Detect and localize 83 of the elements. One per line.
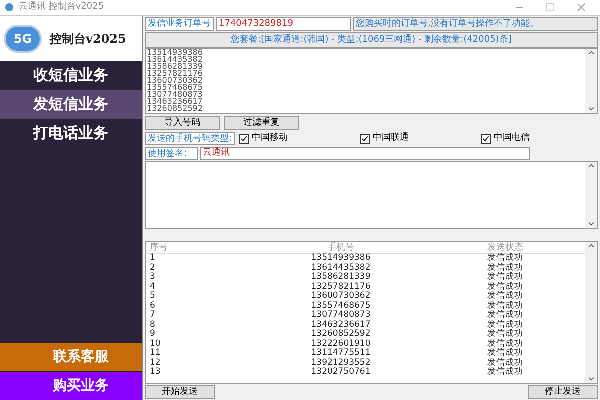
table-cell-text: 13463236617	[310, 320, 372, 330]
action-button[interactable]: 开始发送	[145, 385, 215, 399]
number-tool-button[interactable]: 过滤重复	[224, 116, 299, 130]
scrollbar[interactable]	[585, 49, 597, 113]
checkbox-label: 中国联通	[373, 132, 410, 145]
table-cell-text: 3	[149, 273, 156, 282]
table-cell-text: 13077480873	[310, 311, 372, 320]
scroll-down-icon[interactable]	[588, 222, 594, 226]
order-hint: 您购买时的订单号,没有订单号操作不了功能。	[353, 17, 598, 31]
table-cell-text: 13257821176	[310, 282, 372, 292]
table-cell-text: 4	[149, 282, 156, 292]
order-input[interactable]: 1740473289819	[216, 17, 351, 31]
scrollbar[interactable]	[585, 242, 597, 383]
table-cell-text: 发信成功	[486, 358, 524, 368]
checkbox[interactable]	[360, 134, 370, 144]
order-label: 发信业务订单号	[145, 17, 214, 31]
checkbox-label: 中国电信	[494, 132, 530, 145]
logo-badge: 5G	[4, 24, 42, 52]
scroll-up-icon[interactable]	[588, 244, 594, 248]
table-cell-text: 发信成功	[486, 330, 524, 339]
table-cell-text: 12	[149, 358, 162, 368]
scroll-down-icon[interactable]	[588, 377, 594, 381]
table-cell-text: 发信成功	[486, 282, 524, 292]
table-cell-text: 发信成功	[486, 273, 524, 282]
carrier-label: 发送的手机号码类型:	[145, 132, 236, 145]
message-textarea[interactable]	[145, 161, 598, 229]
table-cell-text: 发信成功	[486, 264, 524, 272]
table-cell-text: 13921293552	[310, 358, 372, 368]
logo-title: 控制台v2025	[50, 30, 126, 48]
table-cell-text: 发信成功	[486, 368, 524, 378]
package-info: 您套餐:[国家通道:(韩国) - 类型:(1069三网通) - 剩余数量:(42005)条]	[145, 32, 598, 48]
table-cell-text: 13260852592	[310, 330, 372, 340]
signature-input[interactable]: 云通讯	[200, 147, 530, 160]
phone-number: 13257821176	[147, 70, 203, 77]
table-cell-text: 13222601910	[310, 340, 372, 348]
sidebar-footer-button[interactable]: 购买业务	[0, 371, 142, 400]
table-cell-text: 13	[149, 368, 162, 378]
window-title: 云通讯 控制台v2025	[19, 0, 104, 14]
table-cell-text: 9	[149, 330, 156, 340]
scroll-up-icon[interactable]	[588, 164, 594, 168]
signature-label: 使用签名:	[145, 147, 198, 160]
scroll-up-icon[interactable]	[588, 51, 594, 55]
table-cell-text: 10	[149, 340, 162, 348]
sidebar-footer-button[interactable]: 联系客服	[0, 342, 142, 371]
table-cell-text: 11	[149, 349, 162, 358]
scrollbar[interactable]	[585, 162, 597, 228]
scroll-down-icon[interactable]	[588, 107, 594, 111]
checkbox-label: 中国移动	[252, 132, 288, 145]
table-cell-text: 5	[149, 292, 156, 302]
table-cell-text: 1	[149, 254, 156, 264]
phone-number: 13077480873	[147, 91, 203, 98]
number-tool-button[interactable]: 导入号码	[145, 116, 220, 130]
checkbox[interactable]	[239, 134, 250, 144]
table-cell-text: 2	[149, 264, 156, 272]
phone-number: 13463236617	[147, 98, 203, 105]
table-cell-text: 13514939386	[310, 254, 372, 264]
phone-number: 13600730362	[147, 77, 203, 84]
table-cell-text: 13614435382	[310, 264, 372, 272]
table-cell-text: 6	[149, 302, 156, 310]
table-cell-text: 发信成功	[486, 292, 524, 301]
table-cell-text: 发信成功	[486, 349, 524, 358]
action-button[interactable]: 停止发送	[528, 385, 598, 399]
table-cell-text: 13586281339	[310, 273, 372, 282]
numbers-textarea[interactable]: 13514939386 13614435382 13586281339 13257821176 13600730362 13557468675 13077480873 13463236617 13260852592	[145, 48, 598, 114]
table-cell-text: 发信成功	[486, 254, 524, 263]
phone-number: 13557468675	[147, 84, 203, 91]
table-cell-text: 13557468675	[310, 302, 372, 310]
close-icon[interactable]	[577, 3, 586, 12]
checkbox[interactable]	[481, 134, 492, 144]
table-cell-text: 发信成功	[486, 302, 524, 310]
table-cell-text: 13600730362	[310, 292, 372, 302]
phone-number: 13514939386	[147, 49, 203, 56]
sidebar-item[interactable]: 发短信业务	[0, 90, 142, 119]
table-cell-text: 发信成功	[486, 340, 524, 348]
table-cell-text: 发信成功	[486, 311, 524, 320]
table-cell-text: 13114775511	[310, 349, 372, 358]
table-cell-text: 13202750761	[310, 368, 372, 378]
table-cell-text: 7	[149, 311, 156, 320]
table-cell-text: 发信成功	[486, 320, 524, 330]
table-cell-text: 8	[149, 320, 156, 330]
phone-number: 13586281339	[147, 63, 203, 70]
phone-number: 13614435382	[147, 56, 203, 63]
phone-number: 13260852592	[147, 105, 203, 112]
